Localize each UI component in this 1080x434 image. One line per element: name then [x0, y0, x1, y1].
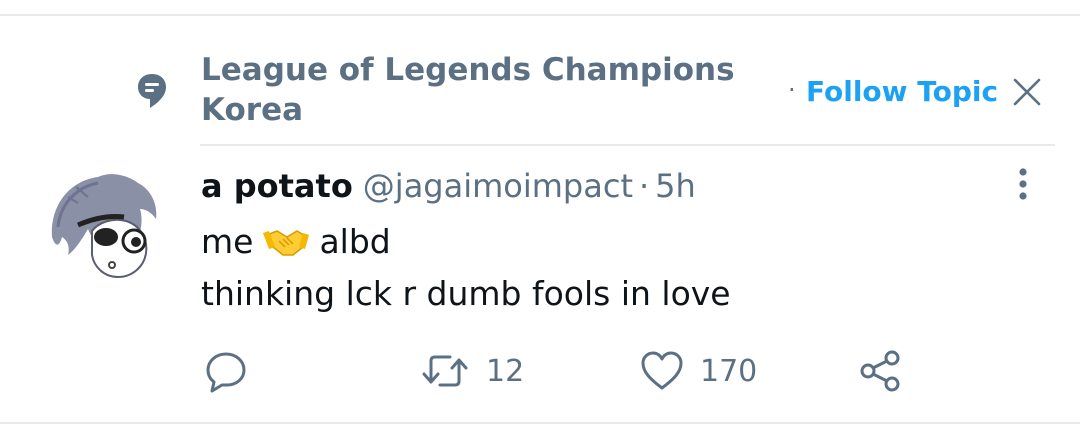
share-button[interactable] — [858, 346, 904, 396]
tweet-header: a potato @jagaimoimpact · 5h — [201, 164, 696, 208]
like-count: 170 — [700, 353, 758, 389]
tweet-text-line-2: thinking lck r dumb fools in love — [201, 274, 731, 313]
tweet-text-line-1: me albd — [201, 219, 391, 265]
follow-topic-button[interactable]: Follow Topic — [806, 72, 998, 112]
topic-icon — [138, 74, 166, 108]
retweet-count: 12 — [486, 353, 525, 389]
retweet-icon — [422, 355, 468, 387]
tweet-timestamp[interactable]: 5h — [655, 167, 696, 205]
avatar-image — [48, 167, 166, 285]
top-divider — [0, 14, 1080, 16]
avatar[interactable] — [48, 167, 166, 285]
retweet-button[interactable]: 12 — [420, 346, 524, 396]
bottom-divider — [0, 422, 1080, 424]
handshake-icon — [263, 230, 310, 256]
display-name[interactable]: a potato — [201, 167, 353, 205]
share-icon — [860, 350, 900, 392]
tweet-text-before-emoji: me — [201, 222, 254, 261]
close-icon[interactable] — [1010, 75, 1044, 109]
more-icon[interactable] — [1008, 166, 1038, 202]
user-handle[interactable]: @jagaimoimpact — [363, 167, 633, 205]
topic-separator: · — [788, 76, 796, 104]
topic-name[interactable]: League of Legends Champions Korea — [201, 50, 761, 130]
reply-icon — [206, 352, 246, 393]
topic-divider — [200, 144, 1055, 146]
tweet-text-after-emoji: albd — [319, 222, 391, 261]
like-icon — [641, 351, 683, 390]
reply-button[interactable] — [204, 346, 264, 396]
like-button[interactable]: 170 — [640, 346, 757, 396]
header-separator: · — [638, 167, 650, 205]
